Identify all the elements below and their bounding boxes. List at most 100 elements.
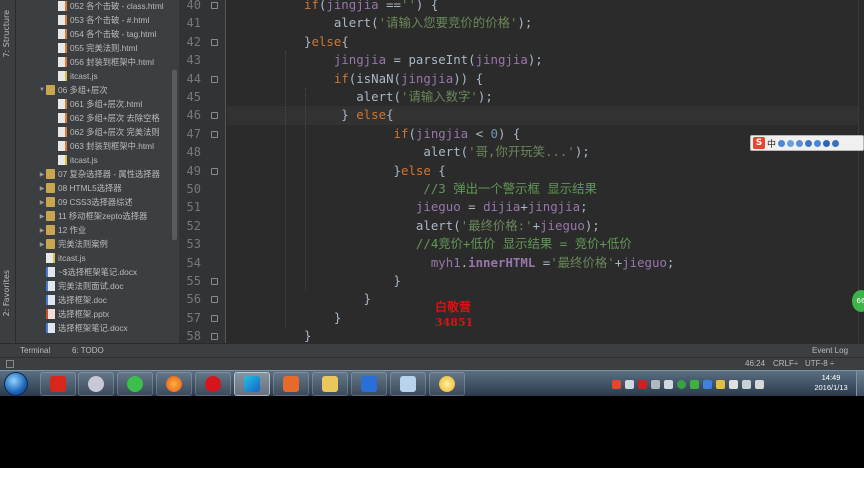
tree-item[interactable]: ~$选择框架笔记.docx [16, 265, 176, 279]
collapsed-arrow-icon[interactable]: ▶ [38, 241, 46, 248]
fold-marker-icon[interactable] [211, 333, 218, 341]
terminal-tab[interactable]: Terminal [20, 346, 50, 355]
skin-icon[interactable] [823, 139, 831, 147]
project-tree-scrollbar[interactable] [172, 70, 177, 240]
tray-icon-7[interactable] [690, 379, 699, 389]
show-desktop-button[interactable] [856, 371, 864, 396]
tree-item[interactable]: 选择框架.pptx [16, 307, 176, 321]
tree-item[interactable]: 052 各个击破 - class.html [16, 0, 176, 13]
tools-icon[interactable] [832, 139, 840, 147]
tree-item[interactable]: ▶ 07 复杂选择器 - 属性选择器 [16, 167, 176, 181]
ime-mode[interactable]: 中 [767, 137, 776, 150]
moon-icon[interactable] [778, 139, 786, 147]
user-icon[interactable] [814, 139, 822, 147]
fold-marker-icon[interactable] [211, 2, 218, 9]
tree-item[interactable]: 完美法则面试.doc [16, 279, 176, 293]
code-token: '请输入数字' [400, 89, 478, 104]
tree-item[interactable]: 056 封装到框架中.html [16, 55, 176, 69]
floating-assistant-icon[interactable]: 66 [852, 290, 864, 312]
volume-icon[interactable] [755, 379, 764, 389]
taskbar-app-3[interactable] [117, 372, 153, 396]
expanded-arrow-icon[interactable]: ▼ [38, 87, 46, 93]
tray-icon-10[interactable] [729, 379, 738, 389]
taskbar-webstorm[interactable] [234, 372, 270, 396]
taskbar-clock[interactable]: 14:49 2016/1/13 [808, 373, 854, 393]
collapsed-arrow-icon[interactable]: ▶ [38, 213, 46, 220]
taskbar-app-5[interactable] [195, 372, 231, 396]
tree-item[interactable]: ▶ 12 作业 [16, 223, 176, 237]
code-token: = [460, 199, 484, 215]
fold-marker-icon[interactable] [211, 112, 218, 120]
code-token: '' [401, 0, 416, 12]
code-token: jingjia [400, 70, 454, 86]
line-separator[interactable]: CRLF÷ [773, 359, 798, 368]
tray-icon-6[interactable] [677, 379, 686, 389]
tray-icon-4[interactable] [651, 379, 660, 389]
taskbar-qq[interactable] [429, 372, 465, 396]
structure-tab[interactable]: 7: Structure [2, 10, 11, 58]
fold-marker-icon[interactable] [211, 278, 218, 285]
fold-marker-icon[interactable] [211, 314, 218, 322]
tree-item[interactable]: 061 多组+层次.html [16, 97, 176, 111]
fold-marker-icon[interactable] [211, 38, 218, 46]
tree-item[interactable]: ▶ 08 HTML5选择器 [16, 181, 176, 195]
taskbar-powerpoint[interactable] [273, 372, 309, 396]
keyboard-icon[interactable] [805, 139, 813, 147]
fold-marker-icon[interactable] [211, 296, 218, 304]
punctuation-icon[interactable] [787, 139, 795, 147]
network-icon[interactable] [742, 379, 751, 389]
fold-marker-icon[interactable] [211, 130, 218, 138]
file-encoding[interactable]: UTF-8 ÷ [805, 359, 834, 368]
taskbar-app-1[interactable] [40, 372, 76, 396]
sogou-ime-toolbar[interactable]: S 中 [750, 135, 864, 151]
tray-icon-2[interactable] [625, 379, 634, 389]
tree-item[interactable]: itcast.js [16, 69, 176, 83]
tree-item[interactable]: ▶ 完美法则案例 [16, 237, 176, 251]
collapsed-arrow-icon[interactable]: ▶ [38, 185, 46, 192]
collapsed-arrow-icon[interactable]: ▶ [38, 199, 46, 206]
tree-item[interactable]: 053 各个击破 - #.html [16, 13, 176, 27]
taskbar-word[interactable] [351, 372, 387, 396]
tray-icon-8[interactable] [703, 379, 712, 389]
todo-tab[interactable]: 6: TODO [72, 346, 104, 355]
cursor-position[interactable]: 46:24 [745, 359, 765, 368]
collapsed-arrow-icon[interactable]: ▶ [38, 171, 46, 178]
sogou-tray-icon[interactable] [612, 379, 621, 389]
tree-item[interactable]: 055 完美法则.html [16, 41, 176, 55]
code-token: ( [408, 125, 416, 141]
tray-icon-5[interactable] [664, 379, 673, 389]
tree-item[interactable]: ▶ 09 CSS3选择器综述 [16, 195, 176, 209]
code-line: //3 弹出一个警示框 显示结果 [304, 180, 597, 198]
tree-item[interactable]: 选择框架.doc [16, 293, 176, 307]
event-log-tab[interactable]: Event Log [812, 346, 848, 355]
tree-item[interactable]: 063 封装到框架中.html [16, 139, 176, 153]
tree-item[interactable]: 054 各个击破 - tag.html [16, 27, 176, 41]
tree-item-label: 11 移动框架zepto选择器 [58, 211, 148, 221]
tree-item[interactable]: ▶ 11 移动框架zepto选择器 [16, 209, 176, 223]
panel-toggle-icon[interactable] [6, 360, 14, 368]
code-token: ); [584, 217, 600, 233]
code-token: jieguo [540, 217, 585, 233]
taskbar-explorer[interactable] [312, 372, 348, 396]
tree-item[interactable]: 062 多组+层次 去除空格 [16, 111, 176, 125]
taskbar-app-2[interactable] [78, 372, 114, 396]
code-editor[interactable]: if(jingjia =='') { alert('请输入您要竞价的价格');}… [227, 0, 859, 343]
emoji-icon[interactable] [796, 139, 804, 147]
tray-icon-9[interactable] [716, 379, 725, 389]
taskbar-app-10[interactable] [390, 372, 426, 396]
code-token: '最终价格:' [460, 217, 533, 233]
taskbar-firefox[interactable] [156, 372, 192, 396]
start-button[interactable] [4, 372, 28, 396]
collapsed-arrow-icon[interactable]: ▶ [38, 227, 46, 234]
tree-item[interactable]: 062 多组+层次 完美法则 [16, 125, 176, 139]
tree-item[interactable]: itcast.js [16, 251, 176, 265]
html-file-icon [58, 113, 67, 123]
favorites-tab[interactable]: 2: Favorites [2, 270, 11, 316]
fold-marker-icon[interactable] [211, 75, 218, 83]
code-line: if(jingjia =='') { [304, 0, 438, 14]
tray-icon-3[interactable] [638, 379, 647, 389]
fold-marker-icon[interactable] [211, 167, 218, 175]
tree-item[interactable]: 选择框架笔记.docx [16, 321, 176, 335]
tree-item[interactable]: ▼ 06 多组+层次 [16, 83, 176, 97]
tree-item[interactable]: itcast.js [16, 153, 176, 167]
